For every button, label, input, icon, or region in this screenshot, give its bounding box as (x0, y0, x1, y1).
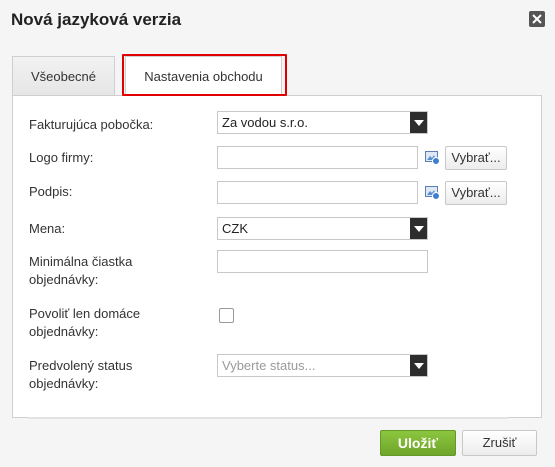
cancel-button[interactable]: Zrušiť (462, 430, 537, 456)
chevron-down-icon (410, 112, 427, 133)
dialog-titlebar: Nová jazyková verzia (0, 0, 555, 42)
panel-scroll-strip (28, 417, 508, 419)
domestic-only-label-line2: objednávky: (29, 324, 99, 339)
default-status-select[interactable]: Vyberte status... (217, 354, 428, 377)
tab-general[interactable]: Všeobecné (12, 56, 115, 95)
min-order-label-line2: objednávky: (29, 272, 99, 287)
billing-branch-select[interactable]: Za vodou s.r.o. (217, 111, 428, 134)
currency-value: CZK (222, 221, 248, 236)
company-logo-input[interactable] (217, 146, 418, 169)
tab-shop-settings[interactable]: Nastavenia obchodu (125, 56, 282, 96)
image-picker-icon[interactable] (425, 150, 440, 165)
language-version-dialog: Nová jazyková verzia Všeobecné Nastaveni… (0, 0, 555, 467)
signature-label: Podpis: (29, 184, 73, 199)
image-picker-icon[interactable] (425, 185, 440, 200)
dialog-title: Nová jazyková verzia (11, 10, 182, 29)
save-button[interactable]: Uložiť (380, 430, 456, 456)
default-status-placeholder: Vyberte status... (222, 358, 316, 373)
company-logo-label: Logo firmy: (29, 150, 94, 165)
default-status-label-line1: Predvolený status (29, 358, 133, 373)
signature-browse-button[interactable]: Vybrať... (445, 181, 507, 205)
chevron-down-icon (410, 355, 427, 376)
domestic-only-label-line1: Povoliť len domáce (29, 306, 141, 321)
currency-label: Mena: (29, 221, 66, 236)
chevron-down-icon (410, 218, 427, 239)
currency-select[interactable]: CZK (217, 217, 428, 240)
tab-bar: Všeobecné Nastavenia obchodu (12, 56, 542, 96)
billing-branch-label: Fakturujúca pobočka: (29, 117, 154, 132)
billing-branch-value: Za vodou s.r.o. (222, 115, 308, 130)
domestic-only-checkbox[interactable] (219, 308, 234, 323)
min-order-input[interactable] (217, 250, 428, 273)
signature-input[interactable] (217, 181, 418, 204)
logo-browse-button[interactable]: Vybrať... (445, 146, 507, 170)
min-order-label-line1: Minimálna čiastka (29, 254, 133, 269)
default-status-label-line2: objednávky: (29, 376, 99, 391)
shop-settings-panel: Fakturujúca pobočka: Za vodou s.r.o. Log… (12, 95, 542, 419)
close-icon[interactable] (529, 11, 545, 27)
